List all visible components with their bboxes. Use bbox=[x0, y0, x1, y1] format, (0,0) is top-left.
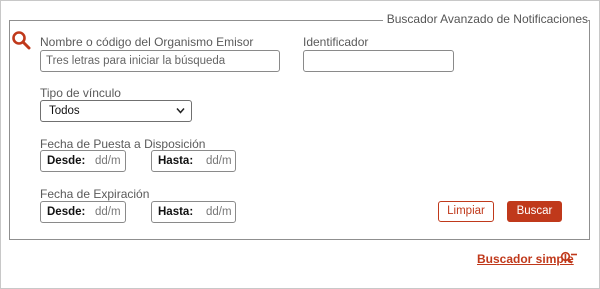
tipo-vinculo-selected: Todos bbox=[49, 105, 80, 117]
identificador-input[interactable] bbox=[303, 50, 454, 72]
fecha-expiracion-desde-input[interactable]: Desde: dd/m bbox=[40, 201, 126, 223]
fecha-puesta-hasta-value: dd/m bbox=[206, 155, 232, 167]
fecha-puesta-desde-label: Desde: bbox=[47, 155, 86, 167]
fecha-puesta-desde-value: dd/m bbox=[95, 155, 121, 167]
organismo-input[interactable] bbox=[40, 50, 280, 72]
fecha-expiracion-desde-label: Desde: bbox=[47, 206, 86, 218]
tipo-vinculo-select[interactable]: Todos bbox=[40, 100, 192, 122]
panel-title: Buscador Avanzado de Notificaciones bbox=[382, 12, 588, 26]
clear-button[interactable]: Limpiar bbox=[438, 201, 494, 222]
fecha-expiracion-desde-value: dd/m bbox=[95, 206, 121, 218]
fecha-puesta-hasta-label: Hasta: bbox=[158, 155, 194, 167]
fecha-expiracion-hasta-value: dd/m bbox=[206, 206, 232, 218]
fecha-puesta-hasta-input[interactable]: Hasta: dd/m bbox=[151, 150, 236, 172]
fecha-expiracion-hasta-label: Hasta: bbox=[158, 206, 194, 218]
fecha-puesta-label: Fecha de Puesta a Disposición bbox=[40, 137, 206, 151]
fecha-expiracion-hasta-input[interactable]: Hasta: dd/m bbox=[151, 201, 236, 223]
organismo-label: Nombre o código del Organismo Emisor bbox=[40, 35, 254, 49]
identificador-label: Identificador bbox=[303, 35, 369, 49]
search-button[interactable]: Buscar bbox=[507, 201, 562, 222]
chevron-down-icon bbox=[176, 108, 185, 114]
fecha-expiracion-label: Fecha de Expiración bbox=[40, 187, 150, 201]
tipo-vinculo-label: Tipo de vínculo bbox=[40, 86, 121, 100]
search-icon bbox=[12, 31, 31, 50]
fecha-puesta-desde-input[interactable]: Desde: dd/m bbox=[40, 150, 126, 172]
search-minus-icon[interactable] bbox=[560, 251, 578, 265]
